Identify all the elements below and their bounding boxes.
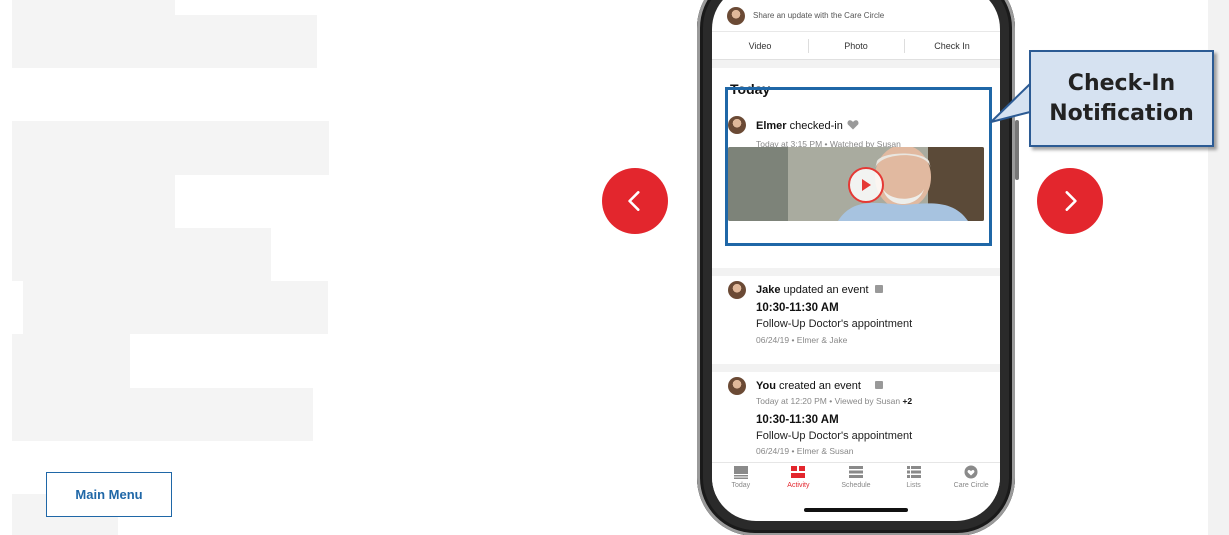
feed-meta: 06/24/19 • Elmer & Jake [756, 335, 848, 345]
event-time: 10:30-11:30 AM [756, 414, 839, 426]
tab-lists[interactable]: Lists [885, 463, 943, 496]
phone-side-button [1015, 120, 1019, 180]
share-placeholder: Share an update with the Care Circle [753, 11, 885, 20]
placeholder-block [12, 334, 130, 388]
placeholder-block [12, 15, 317, 68]
feed-item-event-update[interactable]: Jake updated an event 10:30-11:30 AM Fol… [712, 268, 1000, 364]
feed-meta: Today at 12:20 PM • Viewed by Susan +2 [756, 396, 912, 406]
schedule-icon [848, 466, 863, 478]
share-update-input[interactable]: Share an update with the Care Circle [712, 0, 1000, 32]
avatar [727, 6, 745, 25]
tab-bar: Today Activity Schedule Lists Care Circl… [712, 462, 1000, 496]
lists-icon [906, 466, 921, 478]
event-title: Follow-Up Doctor's appointment [756, 318, 913, 330]
feed-item-event-created[interactable]: You created an event Today at 12:20 PM •… [712, 364, 1000, 462]
chevron-left-icon [628, 191, 640, 211]
feed-action: checked-in [786, 119, 843, 132]
feed-item-title: You created an event [756, 380, 883, 392]
meta-text: Today at 12:20 PM • Viewed by Susan [756, 396, 903, 406]
heart-icon [847, 119, 859, 129]
placeholder-block [12, 175, 175, 228]
feed-meta: 06/24/19 • Elmer & Susan [756, 446, 854, 456]
tab-label: Activity [787, 482, 810, 489]
previous-slide-button[interactable] [602, 168, 668, 234]
feed-action: updated an event [780, 284, 869, 296]
feed-item-header: Elmer checked-in [728, 116, 859, 134]
photo-button[interactable]: Photo [808, 32, 904, 59]
home-indicator [804, 508, 908, 512]
meta-extra: +2 [902, 396, 913, 406]
today-icon [733, 466, 748, 479]
activity-icon [791, 466, 806, 478]
tab-schedule[interactable]: Schedule [827, 463, 885, 496]
phone-mockup: Share an update with the Care Circle Vid… [697, 0, 1019, 535]
tab-label: Care Circle [953, 482, 989, 489]
heart-icon [964, 465, 978, 479]
play-button[interactable] [848, 167, 884, 203]
check-in-button[interactable]: Check In [904, 32, 1000, 59]
feed-item-header: You created an event [728, 377, 883, 395]
checkin-video-thumbnail[interactable] [728, 147, 984, 221]
tab-today[interactable]: Today [712, 463, 770, 496]
tab-activity[interactable]: Activity [770, 463, 828, 496]
next-slide-button[interactable] [1037, 168, 1103, 234]
tab-label: Schedule [841, 482, 871, 489]
feed-action: created an event [775, 380, 861, 392]
chevron-right-icon [1065, 191, 1077, 211]
placeholder-block [23, 281, 328, 334]
feed-item-header: Jake updated an event [728, 281, 883, 299]
checkin-callout: Check-In Notification [1029, 50, 1214, 147]
event-time: 10:30-11:30 AM [756, 302, 839, 314]
placeholder-block [12, 0, 175, 15]
phone-screen: Share an update with the Care Circle Vid… [712, 0, 1000, 521]
placeholder-block [12, 228, 271, 281]
avatar [728, 281, 746, 299]
feed-item-title: Jake updated an event [756, 284, 883, 296]
play-icon [862, 179, 871, 191]
tab-care-circle[interactable]: Care Circle [942, 463, 1000, 496]
media-actions: Video Photo Check In [712, 32, 1000, 60]
page: Main Menu Share an update with the Care … [0, 0, 1229, 535]
placeholder-block [12, 388, 313, 441]
calendar-icon [874, 381, 883, 389]
section-title: Today [730, 81, 771, 97]
feed-user: You [756, 380, 776, 392]
feed-item-title: Elmer checked-in [756, 119, 859, 132]
avatar [728, 116, 746, 134]
callout-text: Check-In Notification [1049, 70, 1194, 126]
feed-user: Jake [756, 284, 781, 296]
main-menu-button[interactable]: Main Menu [46, 472, 172, 517]
tab-label: Lists [906, 482, 921, 489]
feed-user: Elmer [756, 119, 787, 132]
event-title: Follow-Up Doctor's appointment [756, 430, 913, 442]
tab-label: Today [731, 482, 751, 489]
avatar [728, 377, 746, 395]
calendar-icon [874, 285, 883, 293]
divider [712, 60, 1000, 68]
placeholder-block [12, 121, 329, 175]
video-button[interactable]: Video [712, 32, 808, 59]
